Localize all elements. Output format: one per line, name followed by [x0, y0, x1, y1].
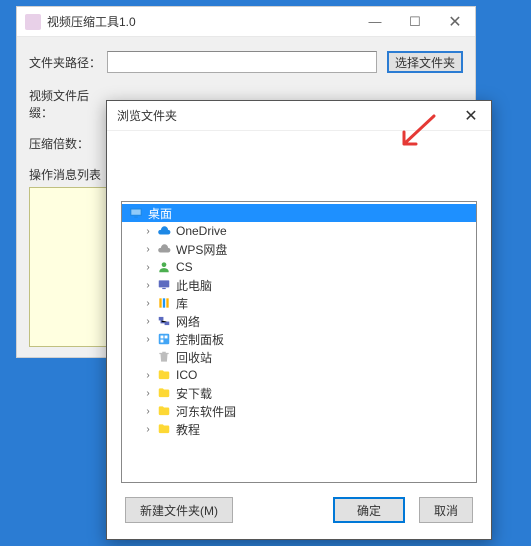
tree-item[interactable]: › 网络 — [122, 312, 476, 330]
user-icon — [156, 260, 172, 274]
tree-item-label: 此电脑 — [176, 277, 212, 294]
tree-item-label: 控制面板 — [176, 331, 224, 348]
expander-icon[interactable]: › — [142, 226, 154, 237]
tree-item-label: 桌面 — [148, 205, 172, 222]
cancel-button[interactable]: 取消 — [419, 497, 473, 523]
expander-icon[interactable]: › — [142, 262, 154, 273]
folder-icon — [156, 404, 172, 418]
browse-folder-dialog: 浏览文件夹 ✕ 桌面 ›OneDrive›WPS网盘›CS›此电脑›库›网络›控… — [106, 100, 492, 540]
folder-tree[interactable]: 桌面 ›OneDrive›WPS网盘›CS›此电脑›库›网络›控制面板回收站›I… — [121, 201, 477, 483]
cloud-icon — [156, 242, 172, 256]
tree-item-label: 网络 — [176, 313, 200, 330]
tree-item[interactable]: ›库 — [122, 294, 476, 312]
tree-item[interactable]: › ICO — [122, 366, 476, 384]
tree-item-label: OneDrive — [176, 224, 227, 238]
pc-icon — [156, 278, 172, 292]
tree-item[interactable]: › 教程 — [122, 420, 476, 438]
folder-icon — [156, 386, 172, 400]
folder-icon — [156, 422, 172, 436]
expander-icon[interactable]: › — [142, 406, 154, 417]
lib-icon — [156, 296, 172, 310]
tree-item-label: 库 — [176, 295, 188, 312]
window-title: 视频压缩工具1.0 — [47, 13, 355, 30]
video-suffix-label: 视频文件后缀： — [29, 87, 107, 121]
expander-icon[interactable]: › — [142, 244, 154, 255]
expander-icon[interactable]: › — [142, 280, 154, 291]
ok-button[interactable]: 确定 — [333, 497, 405, 523]
minimize-button[interactable]: — — [355, 7, 395, 37]
main-titlebar: 视频压缩工具1.0 — ☐ ✕ — [17, 7, 475, 37]
panel-icon — [156, 332, 172, 346]
folder-path-input[interactable] — [107, 51, 377, 73]
tree-item-label: WPS网盘 — [176, 241, 227, 258]
tree-item[interactable]: 回收站 — [122, 348, 476, 366]
folder-path-label: 文件夹路径： — [29, 54, 107, 71]
tree-item-label: 河东软件园 — [176, 403, 236, 420]
tree-item-label: 教程 — [176, 421, 200, 438]
tree-item[interactable]: › WPS网盘 — [122, 240, 476, 258]
compress-ratio-label: 压缩倍数： — [29, 135, 107, 152]
maximize-button[interactable]: ☐ — [395, 7, 435, 37]
tree-item[interactable]: › 河东软件园 — [122, 402, 476, 420]
tree-item-label: 回收站 — [176, 349, 212, 366]
browse-folder-button[interactable]: 选择文件夹 — [387, 51, 463, 73]
expander-icon[interactable]: › — [142, 370, 154, 381]
tree-item[interactable]: › OneDrive — [122, 222, 476, 240]
dialog-close-button[interactable]: ✕ — [451, 101, 491, 131]
expander-icon[interactable]: › — [142, 316, 154, 327]
expander-icon[interactable]: › — [142, 298, 154, 309]
folder-icon — [156, 368, 172, 382]
tree-item-label: ICO — [176, 368, 197, 382]
tree-item-desktop[interactable]: 桌面 — [122, 204, 476, 222]
tree-item[interactable]: › 安下载 — [122, 384, 476, 402]
tree-item-label: 安下载 — [176, 385, 212, 402]
bin-icon — [156, 350, 172, 364]
tree-item[interactable]: › 控制面板 — [122, 330, 476, 348]
net-icon — [156, 314, 172, 328]
expander-icon[interactable]: › — [142, 334, 154, 345]
annotation-arrow-icon — [396, 114, 436, 154]
close-button[interactable]: ✕ — [435, 7, 475, 37]
tree-item-label: CS — [176, 260, 193, 274]
desktop-icon — [128, 206, 144, 220]
expander-icon[interactable]: › — [142, 388, 154, 399]
cloud-icon — [156, 224, 172, 238]
tree-item[interactable]: › CS — [122, 258, 476, 276]
tree-item[interactable]: › 此电脑 — [122, 276, 476, 294]
new-folder-button[interactable]: 新建文件夹(M) — [125, 497, 233, 523]
app-icon — [25, 14, 41, 30]
expander-icon[interactable]: › — [142, 424, 154, 435]
